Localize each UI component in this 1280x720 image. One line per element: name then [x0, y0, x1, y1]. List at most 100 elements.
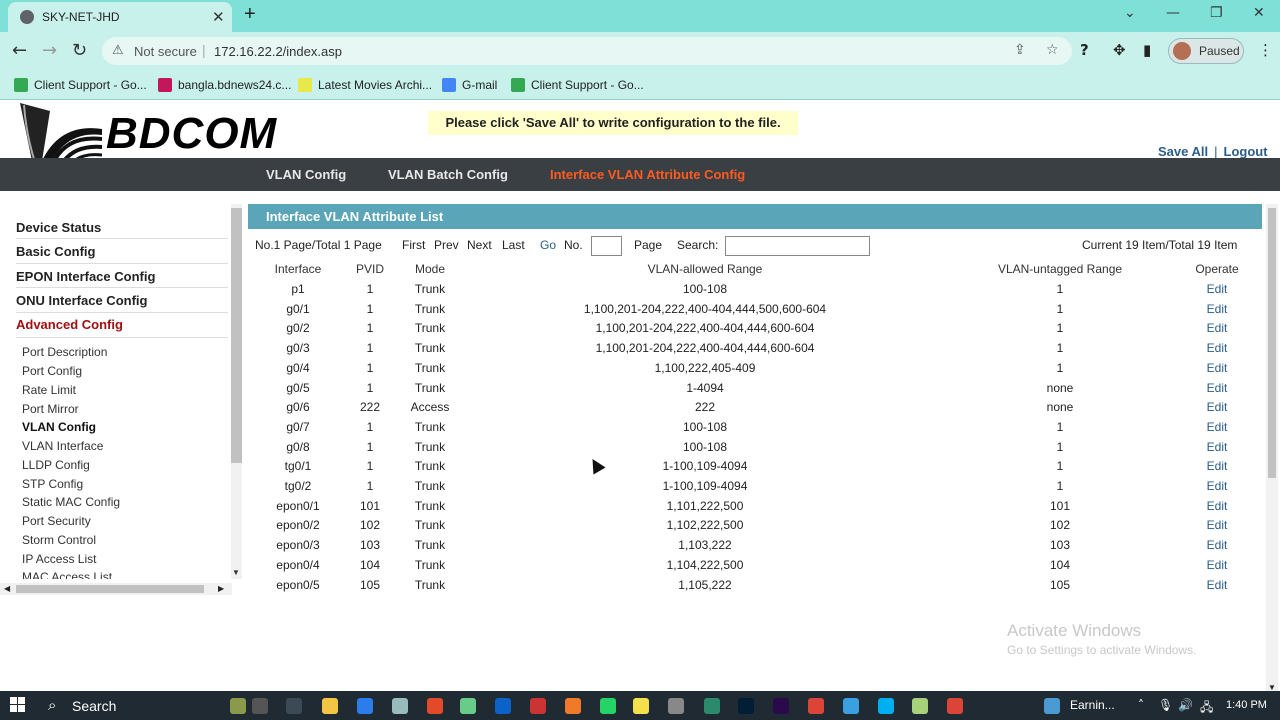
- edit-link[interactable]: Edit: [1177, 499, 1257, 513]
- app-icon[interactable]: [530, 698, 546, 714]
- edit-link[interactable]: Edit: [1177, 361, 1257, 375]
- edit-link[interactable]: Edit: [1177, 518, 1257, 532]
- prev-page-link[interactable]: Prev: [434, 238, 459, 252]
- table-row: epon0/1 101 Trunk 1,101,222,500 101 Edit: [0, 496, 1264, 516]
- brave-icon[interactable]: [427, 698, 443, 714]
- bookmark-item[interactable]: G-mail: [442, 78, 497, 92]
- volume-icon[interactable]: 🔊: [1178, 698, 1193, 712]
- close-window-icon[interactable]: ✕: [1253, 5, 1265, 21]
- file-explorer-icon[interactable]: [322, 698, 338, 714]
- cell-vlan-untagged: 105: [1049, 577, 1071, 592]
- taskbar-clock[interactable]: 1:40 PM: [1226, 699, 1267, 711]
- edit-link[interactable]: Edit: [1177, 578, 1257, 592]
- microphone-icon[interactable]: 🎙: [1158, 698, 1173, 712]
- scroll-down-icon[interactable]: ▼: [1268, 683, 1276, 691]
- windows-start-icon[interactable]: [10, 697, 26, 713]
- chevron-down-icon[interactable]: ⌄: [1124, 5, 1136, 21]
- firefox-icon[interactable]: [565, 698, 581, 714]
- profile-button[interactable]: Paused: [1168, 38, 1244, 64]
- edit-link[interactable]: Edit: [1177, 459, 1257, 473]
- address-bar[interactable]: ⚠ Not secure | 172.16.22.2/index.asp ⇪ ☆: [102, 37, 1072, 65]
- minimize-icon[interactable]: —: [1166, 5, 1180, 21]
- edit-link[interactable]: Edit: [1177, 400, 1257, 414]
- star-icon[interactable]: ☆: [1046, 42, 1059, 58]
- task-view-icon[interactable]: [286, 698, 302, 714]
- restore-icon[interactable]: ❐: [1210, 5, 1223, 21]
- page-number-input[interactable]: [591, 236, 622, 256]
- bookmark-item[interactable]: Client Support - Go...: [511, 78, 644, 92]
- earnings-widget[interactable]: Earnin...: [1070, 698, 1115, 712]
- reload-icon[interactable]: ↻: [72, 40, 87, 61]
- taskbar-search[interactable]: ⌕ Search: [40, 691, 220, 720]
- side-panel-icon[interactable]: ▮: [1143, 41, 1151, 59]
- chrome-icon[interactable]: [947, 698, 963, 714]
- cell-vlan-allowed: 1,102,222,500: [666, 518, 744, 533]
- go-button[interactable]: Go: [540, 238, 556, 252]
- cell-interface: g0/5: [286, 380, 310, 395]
- chrome-icon[interactable]: [808, 698, 824, 714]
- page-vertical-scrollbar[interactable]: ▼: [1266, 204, 1278, 691]
- outlook-icon[interactable]: [495, 698, 511, 714]
- nav-vlan-config[interactable]: VLAN Config: [266, 167, 346, 182]
- logo-text: BDCOM: [106, 109, 278, 158]
- edit-link[interactable]: Edit: [1177, 282, 1257, 296]
- bookmark-item[interactable]: Latest Movies Archi...: [298, 78, 432, 92]
- edit-link[interactable]: Edit: [1177, 420, 1257, 434]
- photoshop-icon[interactable]: [738, 698, 754, 714]
- app-icon[interactable]: [704, 698, 720, 714]
- stocks-icon[interactable]: [1044, 698, 1060, 714]
- logout-link[interactable]: Logout: [1224, 144, 1268, 159]
- cell-vlan-allowed: 100-108: [682, 439, 728, 454]
- save-all-link[interactable]: Save All: [1158, 144, 1208, 159]
- browser-tab[interactable]: SKY-NET-JHD ✕: [8, 2, 232, 32]
- edit-link[interactable]: Edit: [1177, 341, 1257, 355]
- after-effects-icon[interactable]: [773, 698, 789, 714]
- edit-link[interactable]: Edit: [1177, 321, 1257, 335]
- edit-link[interactable]: Edit: [1177, 302, 1257, 316]
- search-input[interactable]: [725, 236, 870, 256]
- cell-vlan-allowed: 1-4094: [686, 380, 724, 395]
- network-icon[interactable]: 🖧: [1200, 698, 1213, 719]
- app-icon[interactable]: [668, 698, 684, 714]
- cell-interface: g0/7: [286, 419, 310, 434]
- last-page-link[interactable]: Last: [502, 238, 525, 252]
- edit-link[interactable]: Edit: [1177, 479, 1257, 493]
- chevron-up-icon[interactable]: ˄: [1138, 698, 1144, 712]
- sidebar-basic-config[interactable]: Basic Config: [16, 244, 95, 259]
- new-tab-button[interactable]: +: [244, 3, 256, 26]
- forward-icon[interactable]: →: [42, 40, 57, 61]
- whatsapp-icon[interactable]: [600, 698, 616, 714]
- sidebar-device-status[interactable]: Device Status: [16, 220, 101, 235]
- edit-link[interactable]: Edit: [1177, 558, 1257, 572]
- notes-icon[interactable]: [633, 698, 649, 714]
- edit-link[interactable]: Edit: [1177, 440, 1257, 454]
- headset-icon[interactable]: [252, 698, 268, 714]
- cell-vlan-untagged: 104: [1049, 557, 1071, 572]
- menu-icon[interactable]: ⋮: [1258, 41, 1273, 59]
- app-icon[interactable]: [392, 698, 408, 714]
- page-label: Page: [634, 238, 663, 252]
- bookmark-item[interactable]: bangla.bdnews24.c...: [158, 78, 291, 92]
- edit-link[interactable]: Edit: [1177, 538, 1257, 552]
- help-icon[interactable]: ?: [1080, 41, 1089, 59]
- close-tab-icon[interactable]: ✕: [212, 8, 225, 26]
- back-icon[interactable]: ←: [12, 40, 27, 61]
- app-icon[interactable]: [460, 698, 476, 714]
- wifi-app-icon[interactable]: [843, 698, 859, 714]
- edit-link[interactable]: Edit: [1177, 381, 1257, 395]
- skype-icon[interactable]: [878, 698, 894, 714]
- nav-vlan-batch-config[interactable]: VLAN Batch Config: [388, 167, 508, 182]
- app-icon[interactable]: [230, 698, 246, 714]
- app-icon[interactable]: [912, 698, 928, 714]
- scrollbar-thumb[interactable]: [1268, 208, 1276, 478]
- nav-interface-vlan-attribute-config[interactable]: Interface VLAN Attribute Config: [550, 167, 745, 182]
- extensions-icon[interactable]: ✥: [1113, 41, 1126, 59]
- share-icon[interactable]: ⇪: [1014, 42, 1026, 58]
- first-page-link[interactable]: First: [402, 238, 425, 252]
- browser-tab-bar: SKY-NET-JHD ✕ + ⌄ — ❐ ✕: [0, 0, 1280, 32]
- bookmark-item[interactable]: Client Support - Go...: [14, 78, 147, 92]
- url-text[interactable]: 172.16.22.2/index.asp: [214, 44, 342, 59]
- cell-vlan-allowed: 1,100,222,405-409: [654, 360, 756, 375]
- edge-icon[interactable]: [357, 698, 373, 714]
- next-page-link[interactable]: Next: [467, 238, 492, 252]
